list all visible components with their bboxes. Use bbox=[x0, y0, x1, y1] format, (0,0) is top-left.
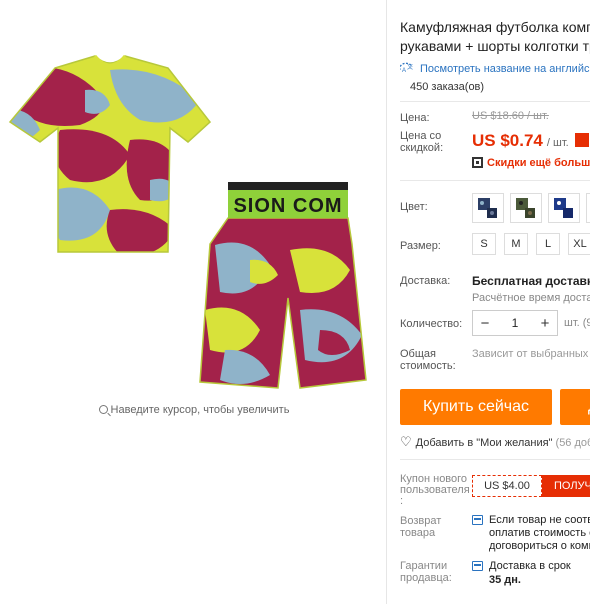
color-swatches bbox=[472, 193, 590, 223]
price-label: Цена: bbox=[400, 112, 430, 124]
returns-policy: Если товар не соотве оплатив стоимость с… bbox=[489, 514, 590, 553]
svg-text:SION COM: SION COM bbox=[233, 195, 342, 217]
current-price: US $0.74/ шт. bbox=[472, 131, 589, 151]
color-label: Цвет: bbox=[400, 201, 428, 213]
quantity-label: Количество: bbox=[400, 318, 463, 330]
divider bbox=[400, 459, 590, 460]
total-label-line1: Общая bbox=[400, 348, 436, 360]
discount-price-label-line1: Цена со bbox=[400, 130, 442, 142]
size-options: S M L XL bbox=[472, 233, 590, 255]
size-label: Размер: bbox=[400, 240, 441, 252]
column-divider bbox=[386, 0, 387, 604]
product-title-line2: рукавами + шорты колготки тре bbox=[400, 38, 590, 54]
coupon-amount: US $4.00 bbox=[472, 475, 542, 497]
buy-now-button[interactable]: Купить сейчас bbox=[400, 389, 552, 425]
product-gallery: SION COM Наведите курсор, чтобы увеличит… bbox=[0, 0, 388, 604]
zoom-hint-text: Наведите курсор, чтобы увеличить bbox=[110, 404, 290, 416]
on-time-delivery: Доставка в срок bbox=[489, 560, 571, 572]
wishlist-count: (56 доб bbox=[555, 437, 590, 449]
total-label-line2: стоимость: bbox=[400, 360, 456, 372]
orders-count: 450 заказа(ов) bbox=[410, 81, 485, 93]
returns-label: Возврат товара bbox=[400, 515, 441, 539]
coupon-label-line2: пользователя bbox=[400, 484, 470, 496]
total-value: Зависит от выбранных х bbox=[472, 348, 590, 360]
app-discount-link[interactable]: Скидки ещё больше н bbox=[472, 157, 590, 169]
shipping-label: Доставка: bbox=[400, 275, 451, 287]
add-to-cart-button[interactable]: Д bbox=[560, 389, 590, 425]
quantity-increase-button[interactable]: + bbox=[533, 315, 557, 332]
quantity-input[interactable]: 1 bbox=[512, 316, 519, 330]
quantity-stepper: − 1 + bbox=[472, 310, 558, 336]
swatch-image bbox=[478, 198, 497, 218]
divider bbox=[400, 101, 590, 102]
coupon-label-line3: : bbox=[400, 495, 404, 507]
qr-code-icon bbox=[472, 157, 483, 168]
price-unit: / шт. bbox=[546, 137, 569, 149]
translate-link[interactable]: A 文 Посмотреть название на английс bbox=[400, 62, 589, 75]
returns-label-line2: товара bbox=[400, 527, 436, 539]
swatch-image bbox=[554, 198, 573, 218]
product-details: Камуфляжная футболка компле рукавами + ш… bbox=[400, 0, 590, 604]
returns-text-line3: договориться о комп bbox=[489, 540, 590, 552]
color-swatch-4[interactable] bbox=[586, 193, 590, 223]
old-price: US $18.60 / шт. bbox=[472, 110, 549, 122]
size-s-button[interactable]: S bbox=[472, 233, 496, 255]
translate-link-text[interactable]: Посмотреть название на английс bbox=[420, 63, 589, 75]
product-title-line1: Камуфляжная футболка компле bbox=[400, 19, 590, 35]
wishlist-text[interactable]: Добавить в "Мои желания" bbox=[416, 437, 553, 449]
shipping-method[interactable]: Бесплатная доставка в bbox=[472, 274, 590, 288]
color-swatch-2[interactable] bbox=[510, 193, 542, 223]
returns-text-line2: оплатив стоимость с bbox=[489, 527, 590, 539]
size-m-button[interactable]: M bbox=[504, 233, 528, 255]
app-discount-text[interactable]: Скидки ещё больше н bbox=[487, 157, 590, 169]
magnifier-icon bbox=[98, 405, 108, 414]
current-price-value: US $0.74 bbox=[472, 131, 543, 150]
zoom-hint: Наведите курсор, чтобы увеличить bbox=[0, 404, 388, 416]
size-l-button[interactable]: L bbox=[536, 233, 560, 255]
color-swatch-1[interactable] bbox=[472, 193, 504, 223]
add-to-wishlist-link[interactable]: ♡ Добавить в "Мои желания" (56 доб bbox=[400, 434, 590, 450]
get-coupon-button[interactable]: ПОЛУЧИ bbox=[542, 475, 590, 497]
divider bbox=[400, 180, 590, 181]
new-user-coupon-label: Купон нового пользователя : bbox=[400, 474, 470, 507]
delivery-days: 35 дн. bbox=[489, 574, 521, 586]
total-label: Общая стоимость: bbox=[400, 348, 456, 372]
heart-icon: ♡ bbox=[400, 434, 412, 449]
swatch-image bbox=[516, 198, 535, 218]
color-swatch-3[interactable] bbox=[548, 193, 580, 223]
product-image[interactable]: SION COM bbox=[0, 30, 388, 400]
shipping-estimate: Расчётное время достав bbox=[472, 292, 590, 304]
quantity-available: шт. (9 bbox=[564, 317, 590, 329]
returns-icon bbox=[472, 515, 483, 525]
quantity-decrease-button[interactable]: − bbox=[473, 315, 497, 332]
guarantee-label-line1: Гарантии bbox=[400, 560, 448, 572]
guarantee-icon bbox=[472, 561, 483, 571]
guarantee-label-line2: продавца: bbox=[400, 572, 452, 584]
svg-text:A: A bbox=[402, 68, 406, 74]
guarantee-label: Гарантии продавца: bbox=[400, 560, 452, 584]
discount-badge bbox=[574, 133, 589, 147]
discount-price-label: Цена со скидкой: bbox=[400, 130, 443, 154]
product-title: Камуфляжная футболка компле рукавами + ш… bbox=[400, 18, 590, 56]
svg-text:文: 文 bbox=[407, 63, 413, 71]
size-xl-button[interactable]: XL bbox=[568, 233, 590, 255]
returns-label-line1: Возврат bbox=[400, 515, 442, 527]
translate-icon: A 文 bbox=[400, 62, 413, 74]
discount-price-label-line2: скидкой: bbox=[400, 142, 444, 154]
returns-text-line1: Если товар не соотве bbox=[489, 514, 590, 526]
